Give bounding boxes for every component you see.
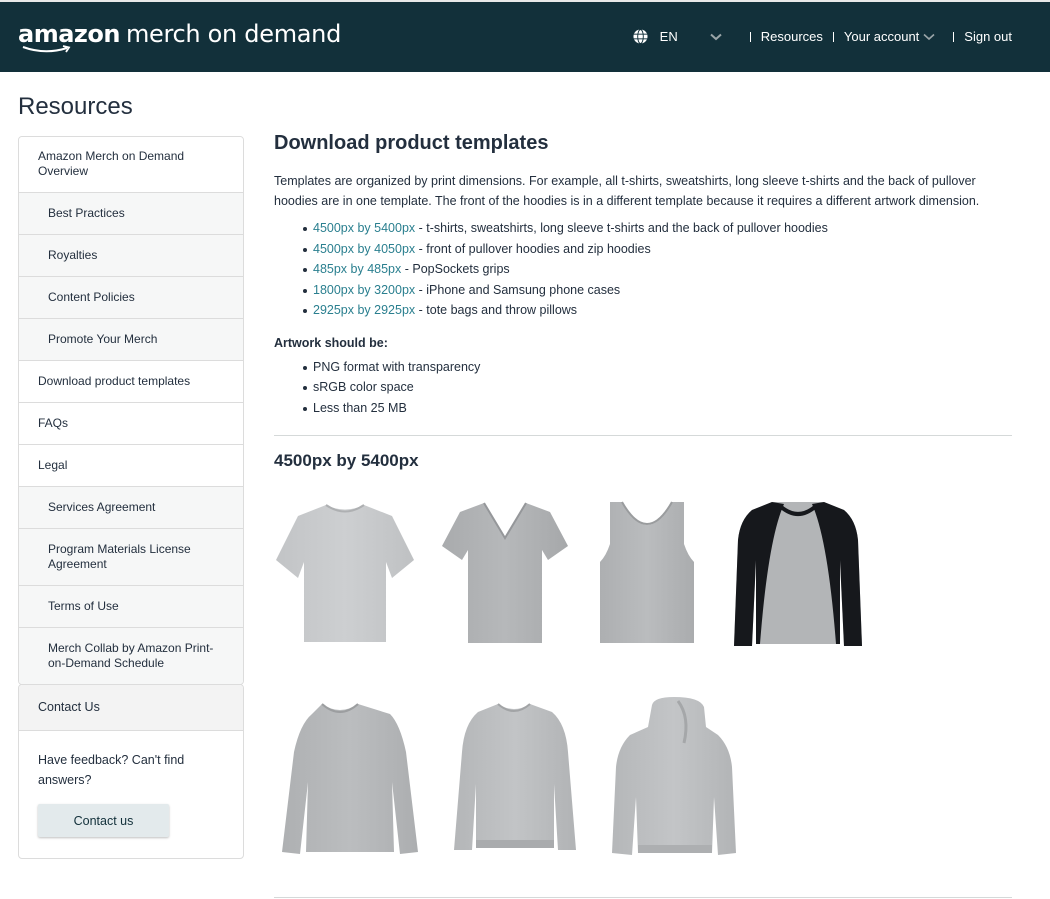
dimension-desc: - t-shirts, sweatshirts, long sleeve t-s…	[415, 221, 828, 235]
chevron-down-icon[interactable]	[923, 33, 935, 41]
artwork-requirements-label: Artwork should be:	[274, 335, 388, 350]
intro-paragraph: Templates are organized by print dimensi…	[274, 174, 980, 208]
nav-link-resources[interactable]: Resources	[761, 29, 823, 44]
logo-product: merch on demand	[125, 20, 342, 48]
sidebar-item-merch-collab-schedule[interactable]: Merch Collab by Amazon Print-on-Demand S…	[19, 627, 243, 684]
v-neck-tshirt-image[interactable]	[440, 500, 570, 646]
header-nav: EN Resources Your account Sign out	[633, 29, 1012, 44]
sidebar-item-overview[interactable]: Amazon Merch on Demand Overview	[19, 137, 243, 192]
sidebar-item-legal[interactable]: Legal	[19, 444, 243, 486]
requirement-item: PNG format with transparency	[303, 357, 1012, 378]
nav-separator	[832, 31, 834, 42]
logo-brand: amazon	[18, 20, 120, 48]
nav-separator	[749, 31, 751, 42]
standard-tshirt-image[interactable]	[274, 500, 416, 646]
artwork-requirements-list: PNG format with transparency sRGB color …	[303, 357, 1012, 419]
nav-link-your-account[interactable]: Your account	[844, 29, 919, 44]
section-divider	[274, 897, 1012, 898]
template-section-title: 4500px by 5400px	[274, 451, 419, 470]
sidebar-item-content-policies[interactable]: Content Policies	[19, 276, 243, 318]
raglan-long-sleeve-image[interactable]	[732, 500, 864, 648]
language-selector[interactable]: EN	[660, 29, 678, 44]
dimension-link-2925x2925[interactable]: 2925px by 2925px	[313, 303, 415, 317]
dimension-link-4500x4050[interactable]: 4500px by 4050px	[313, 242, 415, 256]
sidebar-nav: Amazon Merch on Demand Overview Best Pra…	[18, 136, 244, 685]
nav-separator	[953, 31, 955, 42]
requirement-item: Less than 25 MB	[303, 398, 1012, 419]
sidebar-item-services-agreement[interactable]: Services Agreement	[19, 486, 243, 528]
contact-us-button[interactable]: Contact us	[38, 804, 169, 837]
long-sleeve-tshirt-image[interactable]	[282, 702, 420, 858]
section-divider	[274, 435, 1012, 436]
sidebar-item-promote-your-merch[interactable]: Promote Your Merch	[19, 318, 243, 360]
sidebar-item-program-materials-license[interactable]: Program Materials License Agreement	[19, 528, 243, 585]
dimension-link-485x485[interactable]: 485px by 485px	[313, 262, 401, 276]
sidebar-item-terms-of-use[interactable]: Terms of Use	[19, 585, 243, 627]
dimension-desc: - PopSockets grips	[401, 262, 510, 276]
nav-link-sign-out[interactable]: Sign out	[964, 29, 1012, 44]
sidebar-item-faqs[interactable]: FAQs	[19, 402, 243, 444]
sidebar-item-royalties[interactable]: Royalties	[19, 234, 243, 276]
chevron-down-icon[interactable]	[710, 33, 722, 41]
dimension-link-4500x5400[interactable]: 4500px by 5400px	[313, 221, 415, 235]
amazon-smile-icon	[22, 45, 71, 53]
dimension-item: 4500px by 4050px - front of pullover hoo…	[303, 239, 1012, 260]
dimension-item: 2925px by 2925px - tote bags and throw p…	[303, 300, 1012, 321]
dimension-desc: - front of pullover hoodies and zip hood…	[415, 241, 651, 256]
logo[interactable]: amazon merch on demand	[18, 20, 342, 53]
contact-us-panel: Contact Us Have feedback? Can't find ans…	[18, 684, 244, 859]
main-content: Download product templates Templates are…	[274, 130, 1012, 471]
page-title: Resources	[18, 93, 133, 120]
sidebar-item-best-practices[interactable]: Best Practices	[19, 192, 243, 234]
nav-your-account[interactable]: Your account	[844, 29, 943, 44]
globe-icon	[633, 29, 648, 44]
dimension-desc: - iPhone and Samsung phone cases	[415, 282, 621, 297]
dimension-link-1800x3200[interactable]: 1800px by 3200px	[313, 283, 415, 297]
pullover-hoodie-back-image[interactable]	[608, 697, 738, 857]
dimension-item: 4500px by 5400px - t-shirts, sweatshirts…	[303, 218, 1012, 239]
top-navigation-bar: amazon merch on demand EN Resources Your…	[0, 0, 1050, 72]
dimension-item: 1800px by 3200px - iPhone and Samsung ph…	[303, 280, 1012, 301]
contact-us-title: Contact Us	[19, 685, 243, 731]
dimension-desc: - tote bags and throw pillows	[415, 303, 578, 317]
sweatshirt-image[interactable]	[452, 702, 578, 854]
tank-top-image[interactable]	[598, 498, 696, 646]
contact-us-text: Have feedback? Can't find answers?	[38, 753, 185, 787]
dimension-item: 485px by 485px - PopSockets grips	[303, 259, 1012, 280]
section-heading: Download product templates	[274, 132, 549, 154]
requirement-item: sRGB color space	[303, 377, 1012, 398]
sidebar-item-download-templates[interactable]: Download product templates	[19, 360, 243, 402]
dimension-list: 4500px by 5400px - t-shirts, sweatshirts…	[303, 218, 1012, 321]
